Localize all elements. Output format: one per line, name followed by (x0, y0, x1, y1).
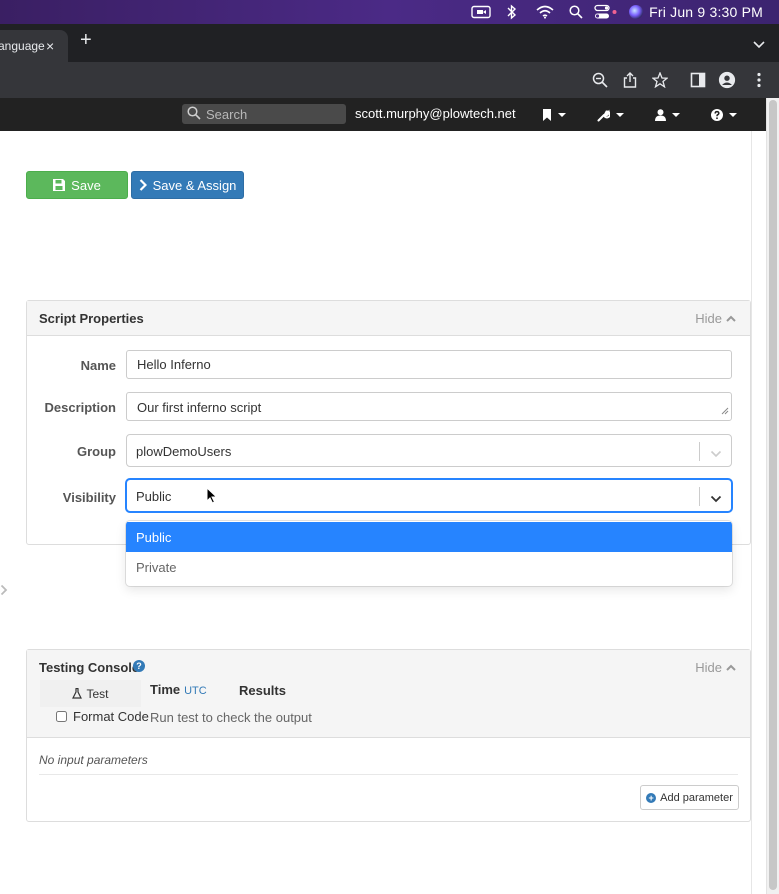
chevron-down-icon (672, 113, 680, 117)
save-button[interactable]: Save (26, 171, 128, 199)
chevron-right-icon (139, 179, 147, 191)
macos-menubar: Fri Jun 9 3:30 PM (0, 0, 779, 24)
bookmarks-menu[interactable] (542, 107, 566, 123)
group-select-value: plowDemoUsers (136, 444, 232, 459)
name-label: Name (80, 358, 116, 373)
mouse-cursor-icon (206, 486, 218, 509)
bookmark-star-icon[interactable] (651, 71, 669, 89)
tab-search-chevron-icon[interactable] (753, 36, 765, 54)
name-field[interactable]: Hello Inferno (126, 350, 732, 379)
visibility-select-value: Public (136, 489, 172, 504)
chevron-down-icon (616, 113, 624, 117)
tools-menu[interactable] (597, 107, 624, 123)
visibility-dropdown-menu: Public Private (126, 521, 732, 586)
name-field-value: Hello Inferno (137, 357, 211, 372)
group-select[interactable]: plowDemoUsers (126, 434, 732, 467)
hide-label: Hide (695, 311, 722, 326)
browser-tab-strip: anguage × (0, 24, 779, 62)
resize-grip-icon[interactable] (721, 403, 729, 418)
help-menu[interactable] (711, 107, 737, 123)
question-icon (711, 109, 723, 121)
format-code-label: Format Code (73, 709, 149, 724)
format-code-checkbox[interactable] (56, 711, 67, 722)
time-column-header[interactable]: Time UTC (150, 682, 207, 697)
visibility-label: Visibility (62, 490, 116, 505)
help-icon[interactable]: ? (133, 660, 145, 672)
testing-console-header: Testing Console ? Hide Test Time UTC Resu… (27, 650, 750, 738)
description-textarea-value: Our first inferno script (137, 400, 262, 415)
script-properties-header: Script Properties Hide (27, 301, 750, 336)
page-scrollbar[interactable] (766, 98, 779, 894)
run-test-hint: Run test to check the output (150, 710, 312, 725)
hide-label: Hide (695, 660, 722, 675)
testing-console-panel: Testing Console ? Hide Test Time UTC Resu… (26, 649, 751, 822)
results-column-header[interactable]: Results (239, 683, 286, 698)
time-column-label: Time (150, 682, 181, 697)
script-properties-title: Script Properties (39, 311, 144, 326)
browser-tab-label: anguage (0, 39, 45, 53)
chevron-up-icon (726, 664, 736, 671)
content-edge-divider (751, 131, 752, 894)
bluetooth-icon[interactable] (507, 3, 517, 21)
spotlight-search-icon[interactable] (569, 3, 583, 21)
save-button-label: Save (71, 177, 101, 193)
save-and-assign-label: Save & Assign (152, 177, 237, 193)
select-separator (699, 487, 700, 506)
chevron-down-icon[interactable] (710, 490, 722, 508)
testing-console-title: Testing Console (39, 660, 140, 675)
sidebar-icon[interactable] (689, 71, 707, 89)
chevron-down-icon[interactable] (710, 445, 722, 463)
select-separator (699, 442, 700, 461)
visibility-option-private[interactable]: Private (126, 552, 732, 582)
group-label: Group (77, 444, 116, 459)
divider (39, 774, 738, 775)
more-icon[interactable] (750, 71, 768, 89)
wifi-icon[interactable] (536, 3, 554, 21)
save-and-assign-button[interactable]: Save & Assign (131, 171, 244, 199)
floppy-disk-icon (53, 179, 66, 191)
bookmark-icon (543, 109, 551, 121)
zoom-icon[interactable] (591, 71, 609, 89)
user-email[interactable]: scott.murphy@plowtech.net (355, 106, 516, 121)
add-parameter-button[interactable]: + Add parameter (640, 785, 739, 810)
wrench-icon (597, 109, 610, 121)
no-input-parameters-text: No input parameters (39, 753, 148, 767)
tab-close-icon[interactable]: × (46, 38, 54, 54)
flask-icon (72, 688, 83, 699)
new-tab-button[interactable]: + (80, 30, 92, 50)
description-textarea[interactable]: Our first inferno script (126, 392, 732, 421)
profile-icon[interactable] (718, 71, 736, 89)
chevron-down-icon (558, 113, 566, 117)
user-icon (655, 109, 666, 121)
search-input[interactable] (206, 106, 342, 122)
search-icon (187, 106, 201, 125)
visibility-option-public[interactable]: Public (126, 522, 732, 552)
timezone-badge[interactable]: UTC (184, 685, 207, 697)
plus-circle-icon: + (646, 792, 657, 803)
chevron-up-icon (726, 315, 736, 322)
sidebar-expand-chevron-icon[interactable] (0, 583, 8, 601)
tab-test[interactable]: Test (40, 680, 141, 707)
browser-tab[interactable]: anguage × (0, 30, 68, 62)
video-camera-icon[interactable] (471, 3, 491, 21)
tab-test-label: Test (86, 686, 109, 701)
scrollbar-thumb[interactable] (769, 100, 777, 890)
siri-icon[interactable] (628, 3, 644, 21)
add-parameter-label: Add parameter (660, 791, 733, 804)
browser-toolbar (0, 62, 779, 98)
testing-console-hide-toggle[interactable]: Hide (695, 660, 736, 675)
account-menu[interactable] (655, 107, 680, 123)
script-properties-hide-toggle[interactable]: Hide (695, 311, 736, 326)
share-icon[interactable] (621, 71, 639, 89)
navbar-search[interactable] (182, 104, 346, 124)
description-label: Description (44, 400, 116, 415)
app-navbar: scott.murphy@plowtech.net (0, 98, 766, 131)
control-center-icon[interactable] (594, 3, 618, 21)
format-code-toggle[interactable]: Format Code (56, 709, 149, 724)
menubar-clock[interactable]: Fri Jun 9 3:30 PM (649, 4, 763, 20)
chevron-down-icon (729, 113, 737, 117)
